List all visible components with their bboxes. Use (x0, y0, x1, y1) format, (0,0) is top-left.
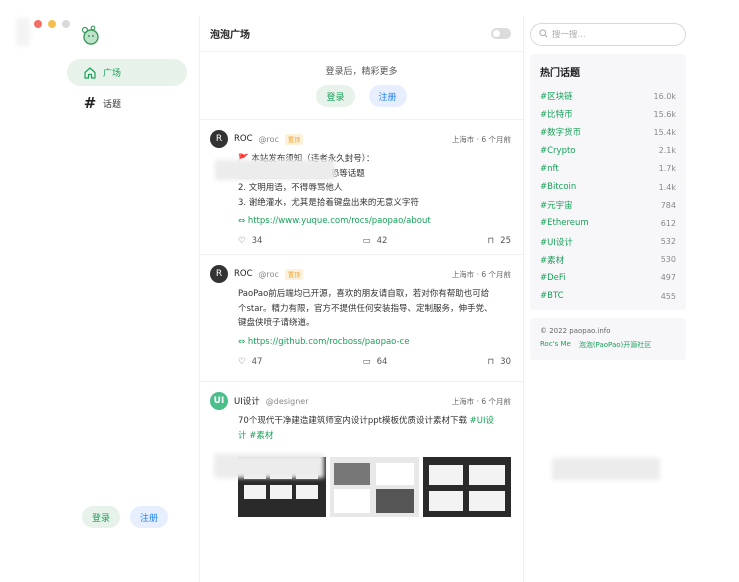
collect-button[interactable]: ⊓ 30 (488, 357, 511, 367)
register-button[interactable]: 注册 (130, 506, 169, 528)
collect-button[interactable]: ⊓ 25 (488, 236, 511, 246)
topic-row[interactable]: #素材 530 (540, 251, 676, 269)
page-title: 泡泡广场 (210, 30, 250, 41)
post-link[interactable]: ⇔ https://github.com/rocboss/paopao-ce (238, 337, 511, 347)
topic-row[interactable]: #区块链 16.0k (540, 87, 676, 105)
topic-row[interactable]: #数字货币 15.4k (540, 123, 676, 141)
bookmark-icon: ⊓ (487, 356, 495, 367)
post-item[interactable]: R ROC @roc 置顶 上海市 · 6 个月前 PaoPao前后端均已开源，… (200, 255, 523, 382)
post-meta: 上海市 · 6 个月前 (451, 134, 511, 144)
nav-item-topics[interactable]: # 话题 (67, 90, 187, 117)
post-item[interactable]: R ROC @roc 置顶 上海市 · 6 个月前 🚩 本站发布须知（违者永久封… (200, 120, 523, 255)
pinned-badge: 置顶 (284, 268, 303, 280)
footer-link-rocs-me[interactable]: Roc's Me (540, 340, 571, 350)
post-content: 70个现代干净建造建筑师室内设计ppt模板优质设计素材下载 #UI设 计 #素材 (238, 416, 495, 441)
comment-button[interactable]: ▭ 42 (363, 236, 388, 246)
minimize-window-icon[interactable] (48, 20, 56, 28)
post-line: 键盘侠喷子请绕道。 (238, 318, 315, 328)
blur-overlay (552, 458, 660, 480)
post-meta: 上海市 · 6 个月前 (451, 269, 511, 279)
heart-icon: ♡ (238, 236, 246, 246)
like-button[interactable]: ♡ 34 (238, 236, 262, 246)
avatar[interactable]: R (210, 265, 228, 283)
register-button[interactable]: 注册 (368, 85, 407, 107)
topic-row[interactable]: #比特币 15.6k (540, 105, 676, 123)
topic-row[interactable]: #nft 1.7k (540, 160, 676, 178)
topic-row[interactable]: #元宇宙 784 (540, 196, 676, 214)
post-actions: ♡ 47 ▭ 64 ⊓ 30 (238, 347, 511, 377)
hash-icon: # (83, 94, 97, 112)
theme-toggle[interactable] (491, 28, 511, 39)
topic-row[interactable]: #Bitcoin 1.4k (540, 178, 676, 196)
close-window-icon[interactable] (34, 20, 42, 28)
post-line: 2. 文明用语，不得辱骂他人 (238, 183, 343, 193)
blur-overlay (214, 454, 324, 478)
heart-icon: ♡ (238, 356, 246, 367)
home-icon (83, 66, 97, 80)
post-handle: @roc (258, 134, 279, 144)
post-image[interactable] (422, 457, 511, 517)
comment-button[interactable]: ▭ 64 (363, 357, 388, 367)
search-input[interactable] (552, 29, 672, 40)
post-author[interactable]: UI设计 (234, 395, 260, 407)
feed-column: 泡泡广场 登录后，精彩更多 登录 注册 R ROC @roc 置顶 上海市 · … (199, 16, 524, 582)
feed-header: 泡泡广场 (200, 16, 523, 52)
topic-row[interactable]: #BTC 455 (540, 287, 676, 305)
post-meta: 上海市 · 6 个月前 (451, 396, 511, 406)
bookmark-icon: ⊓ (487, 236, 495, 246)
comment-icon: ▭ (362, 356, 371, 367)
post-author[interactable]: ROC (234, 269, 253, 279)
nav-item-label: 话题 (103, 100, 122, 110)
comment-icon: ▭ (362, 236, 371, 246)
footer: © 2022 paopao.info Roc's Me 泡泡(PaoPao)开源… (530, 318, 686, 360)
post-actions: ♡ 34 ▭ 42 ⊓ 25 (238, 226, 511, 256)
post-content: PaoPao前后端均已开源，喜欢的朋友请自取，若对你有帮助也可给 个star。精… (238, 287, 511, 331)
login-prompt: 登录后，精彩更多 登录 注册 (200, 52, 523, 120)
avatar[interactable]: UI (210, 392, 228, 410)
post-link[interactable]: ⇔ https://www.yuque.com/rocs/paopao/abou… (238, 216, 511, 226)
pinned-badge: 置顶 (284, 133, 303, 145)
hot-topics-title: 热门话题 (540, 68, 580, 79)
maximize-window-icon[interactable] (62, 20, 70, 28)
post-handle: @roc (258, 269, 279, 279)
blur-overlay (215, 160, 335, 180)
hot-topics-panel: 热门话题 #区块链 16.0k #比特币 15.6k #数字货币 15.4k #Cry… (530, 54, 686, 310)
topic-row[interactable]: #UI设计 532 (540, 233, 676, 251)
nav-item-square[interactable]: 广场 (67, 59, 187, 86)
post-author[interactable]: ROC (234, 134, 253, 144)
post-line: 个star。精力有限，官方不提供任何安装指导、定制服务，伸手党、 (238, 303, 493, 314)
post-line: PaoPao前后端均已开源，喜欢的朋友请自取，若对你有帮助也可给 (238, 289, 490, 299)
topic-tag[interactable]: #UI设 (470, 416, 494, 426)
post-handle: @designer (265, 396, 309, 406)
login-button[interactable]: 登录 (316, 85, 355, 107)
like-button[interactable]: ♡ 47 (238, 357, 262, 367)
topic-row[interactable]: #Ethereum 612 (540, 214, 676, 232)
left-auth-buttons: 登录 注册 (82, 506, 169, 528)
window-controls (34, 20, 70, 28)
topic-tag[interactable]: 计 #素材 (238, 431, 273, 441)
paopao-logo-icon[interactable] (79, 24, 101, 46)
post-line: 3. 谢绝灌水，尤其是拾着键盘出来的无意义字符 (238, 197, 419, 208)
search-box[interactable] (530, 23, 686, 46)
nav-item-label: 广场 (103, 69, 122, 79)
post-image[interactable] (330, 457, 419, 517)
footer-link-community[interactable]: 泡泡(PaoPao)开源社区 (579, 340, 651, 350)
topic-row[interactable]: #DeFi 497 (540, 269, 676, 287)
search-icon (539, 28, 548, 41)
topic-row[interactable]: #Crypto 2.1k (540, 142, 676, 160)
copyright-text: © 2022 paopao.info (540, 327, 611, 335)
login-tip: 登录后，精彩更多 (325, 67, 398, 77)
blur-overlay (16, 18, 30, 46)
avatar[interactable]: R (210, 130, 228, 148)
login-button[interactable]: 登录 (82, 506, 121, 528)
